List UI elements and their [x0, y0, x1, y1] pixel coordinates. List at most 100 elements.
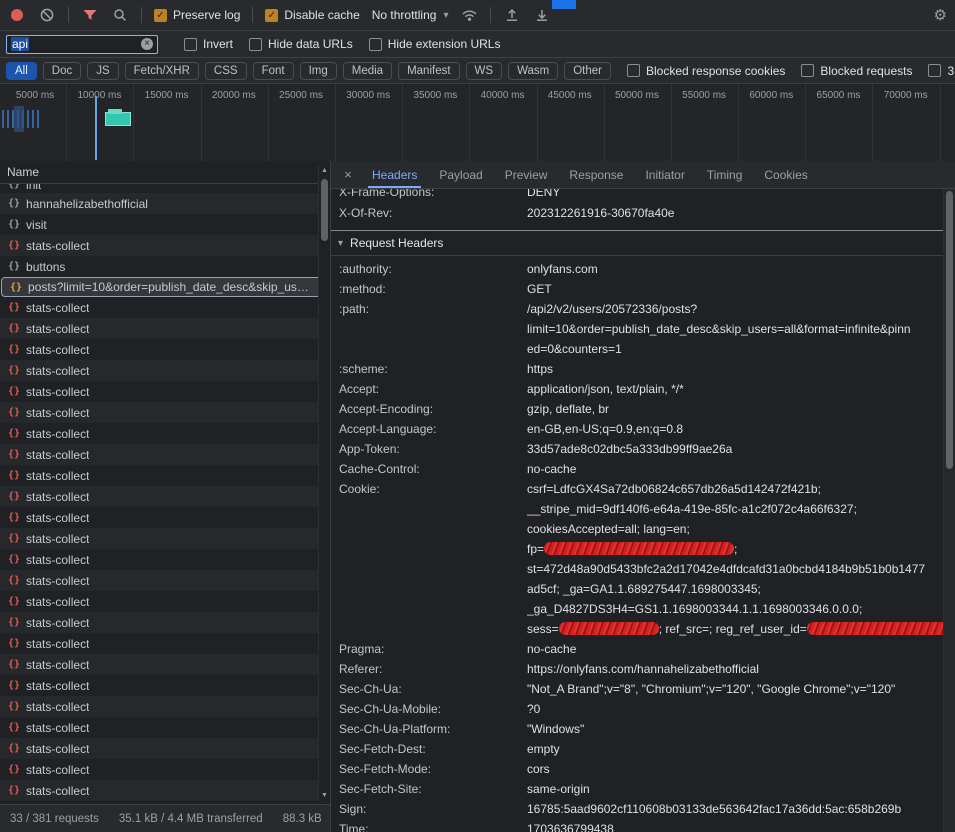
- request-name: stats-collect: [26, 595, 89, 609]
- request-row[interactable]: {}stats-collect: [0, 633, 330, 654]
- type-filter-js[interactable]: JS: [87, 62, 118, 80]
- type-filter-other[interactable]: Other: [564, 62, 611, 80]
- overview-column: 45000 ms: [538, 84, 605, 163]
- tab-cookies[interactable]: Cookies: [753, 161, 818, 188]
- header-name: Pragma:: [331, 639, 527, 659]
- request-row[interactable]: {}stats-collect: [0, 591, 330, 612]
- record-button[interactable]: [8, 6, 26, 24]
- scroll-down-icon[interactable]: ▼: [319, 790, 330, 801]
- header-row: Sec-Fetch-Mode:cors: [331, 759, 944, 779]
- search-button[interactable]: [111, 6, 129, 24]
- request-row[interactable]: {}stats-collect: [0, 675, 330, 696]
- request-list-scrollbar[interactable]: ▲ ▼: [318, 165, 330, 801]
- header-value: onlyfans.com: [527, 259, 944, 279]
- scrollbar-thumb[interactable]: [946, 191, 953, 469]
- filter-checkbox-invert[interactable]: Invert: [184, 37, 233, 51]
- request-row[interactable]: {}stats-collect: [0, 717, 330, 738]
- settings-gear-icon[interactable]: ⚙: [934, 6, 947, 24]
- filter-checkbox-hide-extension-urls[interactable]: Hide extension URLs: [369, 37, 501, 51]
- throttling-dropdown[interactable]: No throttling ▾: [372, 8, 449, 22]
- disable-cache-checkbox[interactable]: ✓ Disable cache: [265, 8, 359, 22]
- tab-initiator[interactable]: Initiator: [634, 161, 695, 188]
- request-name: stats-collect: [26, 239, 89, 253]
- network-conditions-button[interactable]: [460, 6, 478, 24]
- request-row[interactable]: {}stats-collect: [0, 318, 330, 339]
- request-row[interactable]: {}stats-collect: [0, 507, 330, 528]
- details-scrollbar[interactable]: [943, 189, 955, 832]
- filter-input[interactable]: api ×: [6, 35, 158, 54]
- name-column-header[interactable]: Name: [0, 161, 330, 184]
- tab-timing[interactable]: Timing: [696, 161, 754, 188]
- json-file-icon: {}: [8, 785, 20, 796]
- request-row[interactable]: {}stats-collect: [0, 780, 330, 801]
- type-filter-css[interactable]: CSS: [205, 62, 247, 80]
- request-row[interactable]: {}stats-collect: [0, 402, 330, 423]
- close-details-button[interactable]: ×: [335, 161, 361, 188]
- header-value: csrf=LdfcGX4Sa72db06824c657db26a5d142472…: [527, 479, 944, 639]
- request-row[interactable]: {}stats-collect: [0, 235, 330, 256]
- request-row[interactable]: {}stats-collect: [0, 738, 330, 759]
- filter-checkbox-blocked-requests[interactable]: Blocked requests: [801, 64, 912, 78]
- filter-checkbox-hide-data-urls[interactable]: Hide data URLs: [249, 37, 353, 51]
- clear-network-log-button[interactable]: [38, 6, 56, 24]
- request-row[interactable]: {}stats-collect: [0, 528, 330, 549]
- json-file-icon: {}: [8, 701, 20, 712]
- request-row[interactable]: {}stats-collect: [0, 297, 330, 318]
- import-har-button[interactable]: [503, 6, 521, 24]
- type-filter-manifest[interactable]: Manifest: [398, 62, 459, 80]
- request-row[interactable]: {}stats-collect: [0, 654, 330, 675]
- type-filter-img[interactable]: Img: [300, 62, 337, 80]
- filter-checkbox-blocked-response-cookies[interactable]: Blocked response cookies: [627, 64, 785, 78]
- type-filter-media[interactable]: Media: [343, 62, 392, 80]
- type-filter-doc[interactable]: Doc: [43, 62, 81, 80]
- request-row[interactable]: {}stats-collect: [0, 612, 330, 633]
- network-conditions-icon: [461, 7, 478, 23]
- request-row[interactable]: {}stats-collect: [0, 381, 330, 402]
- scrollbar-thumb[interactable]: [321, 179, 328, 241]
- request-row[interactable]: {}stats-collect: [0, 465, 330, 486]
- clear-filter-icon[interactable]: ×: [141, 38, 153, 50]
- network-overview[interactable]: 5000 ms10000 ms15000 ms20000 ms25000 ms3…: [0, 84, 955, 164]
- request-row[interactable]: {}stats-collect: [0, 360, 330, 381]
- type-filter-font[interactable]: Font: [253, 62, 294, 80]
- request-row[interactable]: {}stats-collect: [0, 759, 330, 780]
- type-filter-ws[interactable]: WS: [466, 62, 503, 80]
- request-row-partial[interactable]: {} init: [0, 184, 330, 193]
- tab-response[interactable]: Response: [558, 161, 634, 188]
- type-filter-wasm[interactable]: Wasm: [508, 62, 558, 80]
- request-row[interactable]: {}stats-collect: [0, 696, 330, 717]
- json-file-icon: {}: [8, 743, 20, 754]
- request-row[interactable]: {}visit: [0, 214, 330, 235]
- scroll-up-icon[interactable]: ▲: [319, 165, 330, 176]
- request-row[interactable]: {}stats-collect: [0, 423, 330, 444]
- filter-checkbox-3rd-party-requests[interactable]: 3rd-party requests: [928, 64, 955, 78]
- request-row[interactable]: {}stats-collect: [0, 444, 330, 465]
- redaction-scribble: [544, 542, 734, 555]
- tab-headers[interactable]: Headers: [361, 161, 428, 188]
- tab-preview[interactable]: Preview: [494, 161, 559, 188]
- export-har-button[interactable]: [533, 6, 551, 24]
- request-row[interactable]: {}hannahelizabethofficial: [0, 193, 330, 214]
- network-main-area: Name {} init {}hannahelizabethofficial{}…: [0, 161, 955, 832]
- filter-toggle-button[interactable]: [81, 6, 99, 24]
- overview-column: 40000 ms: [470, 84, 537, 163]
- request-row[interactable]: {}stats-collect: [0, 486, 330, 507]
- type-filter-fetch-xhr[interactable]: Fetch/XHR: [125, 62, 199, 80]
- request-row[interactable]: {}posts?limit=10&order=publish_date_desc…: [1, 277, 329, 297]
- json-file-icon: {}: [8, 575, 20, 586]
- request-row[interactable]: {}stats-collect: [0, 549, 330, 570]
- type-filter-all[interactable]: All: [6, 62, 37, 80]
- header-value-line: cookiesAccepted=all; lang=en;: [527, 519, 944, 539]
- checkbox-label: Invert: [203, 37, 233, 51]
- header-row: :scheme:https: [331, 359, 944, 379]
- header-value: same-origin: [527, 779, 944, 799]
- request-row[interactable]: {}buttons: [0, 256, 330, 277]
- header-value: cors: [527, 759, 944, 779]
- request-headers-section-header[interactable]: ▾ Request Headers: [331, 231, 944, 256]
- request-row[interactable]: {}stats-collect: [0, 570, 330, 591]
- json-file-icon: {}: [8, 184, 20, 190]
- header-name: Sec-Ch-Ua-Mobile:: [331, 699, 527, 719]
- tab-payload[interactable]: Payload: [428, 161, 493, 188]
- preserve-log-checkbox[interactable]: ✓ Preserve log: [154, 8, 240, 22]
- request-row[interactable]: {}stats-collect: [0, 339, 330, 360]
